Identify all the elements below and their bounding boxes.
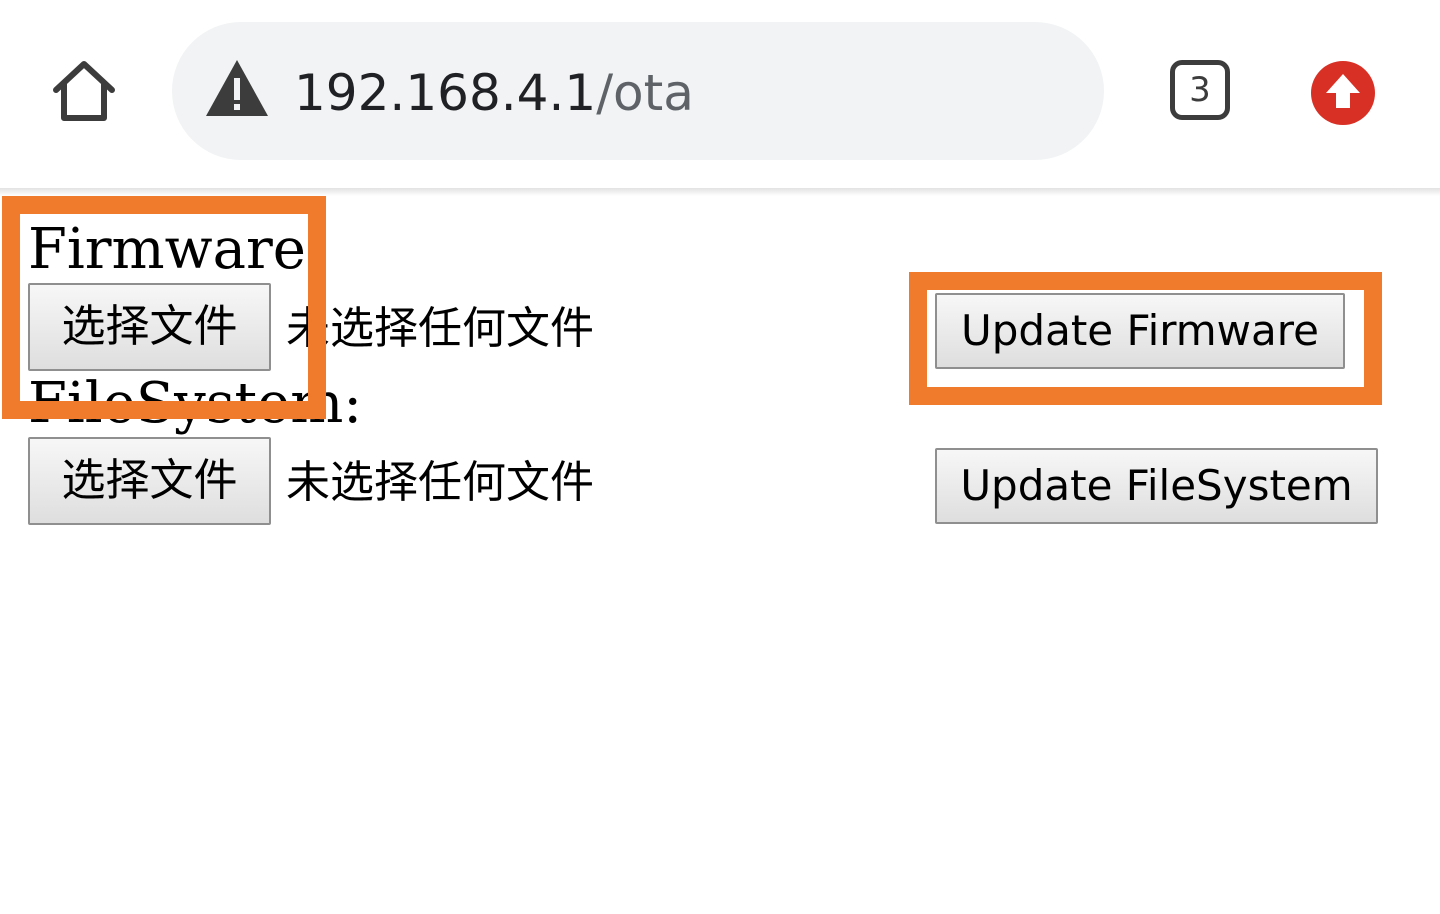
filesystem-label: FileSystem: bbox=[28, 371, 363, 436]
update-firmware-button[interactable]: Update Firmware bbox=[935, 293, 1345, 369]
filesystem-choose-file-button[interactable]: 选择文件 bbox=[28, 437, 271, 525]
home-icon[interactable] bbox=[50, 58, 118, 126]
firmware-file-status: 未选择任何文件 bbox=[286, 303, 594, 354]
screen: 192.168.4.1/ota 3 Firmware: 选择文件 未选择任何文件… bbox=[0, 0, 1440, 914]
firmware-choose-file-button[interactable]: 选择文件 bbox=[28, 283, 271, 371]
tab-switcher-button[interactable]: 3 bbox=[1170, 60, 1230, 120]
filesystem-file-status: 未选择任何文件 bbox=[286, 457, 594, 508]
url-path: /ota bbox=[596, 64, 694, 122]
firmware-label: Firmware: bbox=[28, 217, 325, 282]
browser-toolbar: 192.168.4.1/ota 3 bbox=[0, 0, 1440, 188]
toolbar-shadow bbox=[0, 188, 1440, 196]
tab-count: 3 bbox=[1189, 70, 1211, 110]
upload-arrow-icon[interactable] bbox=[1310, 60, 1376, 126]
url-text[interactable]: 192.168.4.1/ota bbox=[294, 58, 694, 128]
update-filesystem-button[interactable]: Update FileSystem bbox=[935, 448, 1378, 524]
warning-triangle-icon[interactable] bbox=[204, 58, 270, 118]
url-host: 192.168.4.1 bbox=[294, 64, 597, 122]
